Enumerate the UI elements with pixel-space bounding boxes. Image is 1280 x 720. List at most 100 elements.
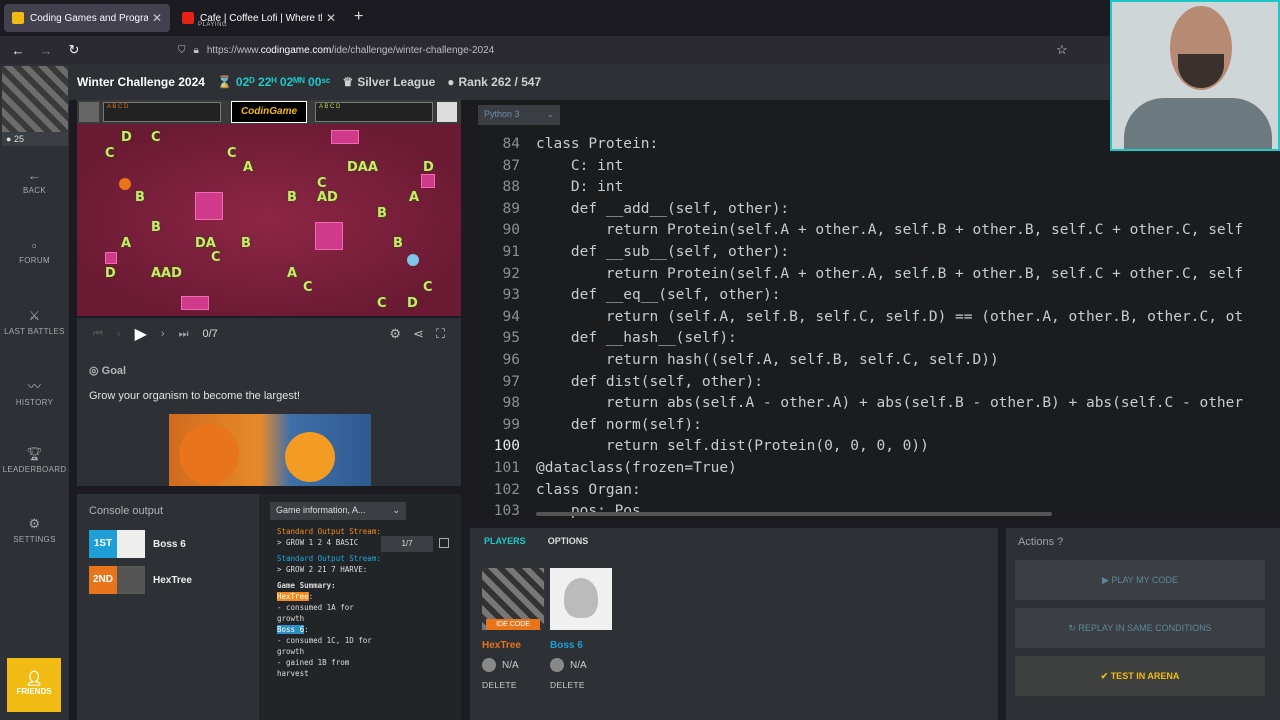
play-icon[interactable]: ▶ [135, 324, 147, 344]
code-line[interactable]: 96 return hash((self.A, self.B, self.C, … [470, 350, 1280, 372]
log-filter-select[interactable]: Game information, A... ⌄ [270, 502, 406, 520]
console-player-2[interactable]: 2ND HexTree [89, 566, 259, 594]
protein-c: C [303, 280, 313, 295]
friends-button[interactable]: 👤︎ FRIENDS [7, 658, 61, 712]
code-line[interactable]: 87 C: int [470, 156, 1280, 178]
code-line[interactable]: 95 def __hash__(self): [470, 328, 1280, 350]
sidebar-item-back[interactable]: ← BACK [0, 168, 69, 195]
player-name: Boss 6 [550, 640, 583, 651]
line-number: 103 [493, 503, 520, 518]
code-line[interactable]: 92 return Protein(self.A + other.A, self… [470, 264, 1280, 286]
url-bar[interactable]: ⛉ 🔒︎ https://www. codingame.com/ide/chall… [178, 39, 1078, 61]
rank-label[interactable]: ● Rank 262 / 547 [447, 75, 541, 89]
reload-icon[interactable]: ↻ [60, 42, 88, 58]
expand-icon[interactable] [439, 538, 449, 548]
line-text: def __hash__(self): [536, 330, 737, 347]
test-in-arena-button[interactable]: ✔ TEST IN ARENA [1015, 656, 1265, 696]
bookmark-star-icon[interactable]: ☆ [1056, 42, 1068, 58]
code-line[interactable]: 102 class Organ: [470, 480, 1280, 502]
code-line[interactable]: 97 def dist(self, other): [470, 372, 1280, 394]
line-text: @dataclass(frozen=True) [536, 459, 737, 476]
line-text: return self.dist(Protein(0, 0, 0, 0)) [536, 438, 929, 455]
sidebar-item-last-battles[interactable]: ⚔ LAST BATTLES [0, 308, 69, 336]
forward-arrow-icon[interactable]: → [32, 43, 60, 58]
protein-b: B [377, 206, 387, 221]
back-arrow-icon[interactable]: ← [4, 43, 32, 58]
delete-button[interactable]: DELETE [550, 680, 612, 690]
fullscreen-icon[interactable]: ⛶ [436, 326, 445, 342]
avatar[interactable]: IDE CODE [482, 568, 544, 630]
chevron-down-icon: ⌄ [392, 505, 400, 515]
line-text: D: int [536, 179, 624, 196]
ide-code-badge: IDE CODE [486, 619, 540, 630]
protein-c: C [423, 280, 433, 295]
line-number: 100 [493, 438, 520, 455]
viewer-tools: ⚙ ⋖ ⛶ [389, 326, 445, 342]
skip-end-icon[interactable]: ⏭ [179, 328, 189, 341]
league-label[interactable]: ♛ Silver League [342, 75, 435, 89]
line-text: def __sub__(self, other): [536, 243, 790, 260]
avatar[interactable] [2, 66, 68, 132]
sidebar-item-forum[interactable]: ▫ FORUM [0, 238, 69, 265]
code-line[interactable]: 88 D: int [470, 177, 1280, 199]
code-line[interactable]: 98 return abs(self.A - other.A) + abs(se… [470, 393, 1280, 415]
log-pager[interactable]: 1/7 [381, 536, 433, 552]
tab-options[interactable]: OPTIONS [548, 536, 589, 546]
code-line[interactable]: 90 return Protein(self.A + other.A, self… [470, 220, 1280, 242]
avatar [117, 530, 145, 558]
play-my-code-button[interactable]: ▶ PLAY MY CODE [1015, 560, 1265, 600]
game-viewer[interactable]: A B C D CodinGame A B C D D C C C A DAA … [77, 100, 461, 316]
protein-a: A [243, 160, 254, 175]
line-number: 84 [502, 136, 520, 152]
tab-title: Coding Games and Programming [30, 12, 148, 24]
browser-tab-youtube[interactable]: Cafe | Coffee Lofi | Where the He PLAYIN… [174, 4, 344, 32]
line-text: C: int [536, 157, 624, 174]
code-line[interactable]: 99 def norm(self): [470, 415, 1280, 437]
line-text: class Organ: [536, 481, 641, 498]
close-tab-icon[interactable]: ✕ [152, 11, 162, 25]
goal-title: ◎ Goal [89, 365, 127, 377]
code-line[interactable]: 91 def __sub__(self, other): [470, 242, 1280, 264]
code-line[interactable]: 100 return self.dist(Protein(0, 0, 0, 0)… [470, 436, 1280, 458]
gear-icon: ⚙ [28, 516, 41, 531]
tab-players[interactable]: PLAYERS [484, 536, 526, 546]
avatar[interactable] [550, 568, 612, 630]
step-forward-icon[interactable]: › [161, 328, 165, 340]
blue-organ [407, 254, 419, 266]
replay-button[interactable]: ↻ REPLAY IN SAME CONDITIONS [1015, 608, 1265, 648]
close-tab-icon[interactable]: ✕ [326, 11, 336, 25]
protein-aad: AAD [151, 266, 182, 281]
line-text: def dist(self, other): [536, 373, 763, 390]
code-line[interactable]: 89 def __add__(self, other): [470, 199, 1280, 221]
code-line[interactable]: 93 def __eq__(self, other): [470, 285, 1280, 307]
protein-c: C [227, 146, 237, 161]
code-lines[interactable]: 84 class Protein: 87 C: int 88 D: int 89 def… [470, 134, 1280, 518]
sidebar-item-history[interactable]: 〰 HISTORY [0, 376, 69, 407]
league-icon [550, 658, 564, 672]
actions-title: Actions ? [1018, 536, 1064, 548]
gear-icon[interactable]: ⚙ [389, 326, 401, 342]
code-line[interactable]: 94 return (self.A, self.B, self.C, self.… [470, 307, 1280, 329]
sidebar-item-leaderboard[interactable]: 🏆︎ LEADERBOARD [0, 446, 69, 474]
line-text: return Protein(self.A + other.A, self.B … [536, 265, 1244, 282]
protein-c: C [151, 130, 161, 145]
language-select[interactable]: Python 3 ⌄ [478, 105, 560, 125]
console-panel: Console output 1ST Boss 6 2ND HexTree Ga… [77, 494, 461, 720]
console-player-1[interactable]: 1ST Boss 6 [89, 530, 259, 558]
player-name: HexTree [482, 640, 521, 651]
wall-tile [105, 252, 117, 264]
sidebar-item-settings[interactable]: ⚙ SETTINGS [0, 516, 69, 544]
browser-tab-codingame[interactable]: Coding Games and Programming ✕ [4, 4, 170, 32]
skip-start-icon[interactable]: ⏮ [93, 328, 103, 341]
share-icon[interactable]: ⋖ [413, 326, 424, 342]
help-icon[interactable]: ? [1057, 536, 1063, 548]
delete-button[interactable]: DELETE [482, 680, 544, 690]
code-line[interactable]: 101 @dataclass(frozen=True) [470, 458, 1280, 480]
code-editor[interactable]: Python 3 ⌄ 84 class Protein: 87 C: int 88 D… [470, 100, 1280, 518]
protein-d: D [105, 266, 116, 281]
line-number: 97 [502, 373, 520, 390]
new-tab-icon[interactable]: + [354, 8, 363, 26]
horizontal-scrollbar[interactable] [536, 512, 1052, 516]
step-back-icon[interactable]: ‹ [117, 328, 121, 340]
webcam-overlay [1110, 0, 1280, 151]
